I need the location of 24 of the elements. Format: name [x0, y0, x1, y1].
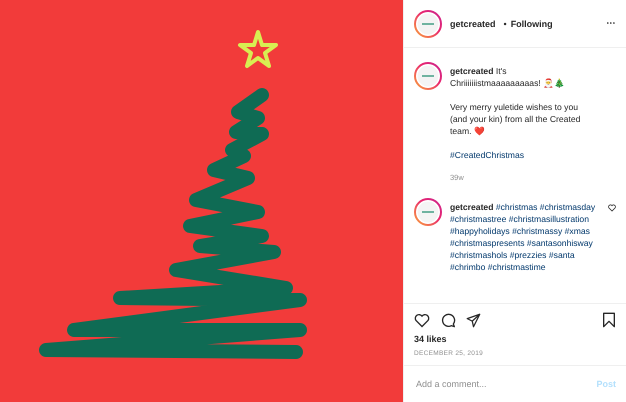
hashtag-link[interactable]: #xmas — [564, 226, 590, 236]
username-link[interactable]: getcreated — [450, 18, 496, 28]
hashtag-link[interactable]: #CreatedChristmas — [450, 150, 524, 160]
hashtag-link[interactable]: #christmashols — [450, 250, 508, 260]
hashtag-link[interactable]: #christmastime — [488, 262, 546, 272]
hashtag-link[interactable]: #chrimbo — [450, 262, 486, 272]
hashtag-link[interactable]: #christmasday — [540, 202, 596, 212]
comment-text: getcreated It's Chriiiiiiistmaaaaaaaaas! 🎅🎄 — [450, 65, 566, 89]
hashtag-link[interactable]: #christmasillustration — [508, 214, 589, 224]
hashtag-link[interactable]: #christmastree — [450, 214, 506, 224]
comment-text: Very merry yuletide wishes to you (and your kin) from all the Created team. ❤ — [450, 101, 582, 137]
comment-input[interactable]: Add a comment... — [414, 378, 596, 390]
username-link[interactable]: getcreated — [450, 202, 494, 212]
separator-dot: • — [504, 18, 507, 28]
hashtag-link[interactable]: #prezzies — [510, 250, 546, 260]
likes-count[interactable]: 34 likes — [404, 332, 626, 344]
hashtag-link[interactable]: #christmaspresents — [450, 238, 525, 248]
hashtag-link[interactable]: #christmas — [496, 202, 538, 212]
hashtag-link[interactable]: #happyholidays — [450, 226, 510, 236]
following-button[interactable]: Following — [510, 18, 553, 28]
username-link[interactable]: getcreated — [450, 66, 494, 76]
hashtag-link[interactable]: #santasonhisway — [526, 238, 593, 248]
hashtag-link[interactable]: #christmassy — [512, 226, 562, 236]
hashtag-link[interactable]: #santa — [548, 250, 575, 260]
